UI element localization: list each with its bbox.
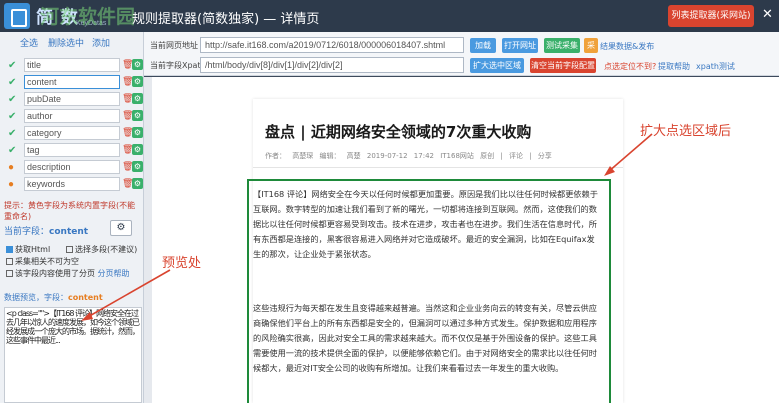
brand-name: 简 数	[36, 8, 79, 28]
field-row[interactable]: ✔ pubDate 🗑 ⚙	[8, 92, 143, 107]
results-publish-link[interactable]: 结果数据&发布	[600, 41, 654, 52]
brand-subtitle: KeyDatas	[76, 20, 107, 27]
delete-icon[interactable]: 🗑	[122, 110, 133, 121]
gear-icon[interactable]: ⚙	[132, 161, 143, 172]
app-window: 简 数 KeyDatas 河东软件园 规则提取器(简数独家) — 详情页 列表提…	[0, 0, 779, 403]
delete-icon[interactable]: 🗑	[122, 76, 133, 87]
field-row[interactable]: ✔ category 🗑 ⚙	[8, 126, 143, 141]
field-name[interactable]: author	[24, 109, 120, 123]
list-extractor-button[interactable]: 列表提取器(采网站)	[668, 5, 754, 27]
option-label: 获取Html	[15, 245, 51, 254]
window-title: 规则提取器(简数独家) — 详情页	[132, 12, 320, 27]
article-meta: 作者： 高楚琛 编辑： 高楚 2019-07-12 17:42 IT168网站 …	[265, 152, 552, 160]
preview-label-text: 数据预览，字段：	[4, 293, 68, 302]
checkbox-icon[interactable]	[6, 246, 13, 253]
field-row[interactable]: ✔ author 🗑 ⚙	[8, 109, 143, 124]
url-input[interactable]: http://safe.it168.com/a2019/0712/6018/00…	[200, 37, 464, 53]
option-label: 采集相关不可为空	[15, 257, 79, 266]
checkbox-icon[interactable]	[66, 246, 73, 253]
delete-icon[interactable]: 🗑	[122, 127, 133, 138]
load-button[interactable]: 加载	[470, 38, 496, 53]
cannot-locate-link[interactable]: 点选定位不到?	[604, 61, 656, 72]
check-icon: ✔	[8, 128, 17, 139]
current-field-value: content	[49, 227, 89, 237]
check-icon: ✔	[8, 111, 17, 122]
field-row[interactable]: ✔ tag 🗑 ⚙	[8, 143, 143, 158]
close-icon[interactable]: ✕	[762, 6, 773, 22]
delete-icon[interactable]: 🗑	[122, 161, 133, 172]
gear-icon[interactable]: ⚙	[132, 144, 143, 155]
expand-selection-button[interactable]: 扩大选中区域	[470, 58, 524, 73]
delete-icon[interactable]: 🗑	[122, 93, 133, 104]
field-name[interactable]: content	[24, 75, 120, 89]
xpath-label: 当前字段Xpath	[150, 61, 206, 70]
delete-icon[interactable]: 🗑	[122, 144, 133, 155]
check-icon: ✔	[8, 145, 17, 156]
option-label: 选择多段(不建议)	[75, 245, 138, 254]
check-icon: ✔	[8, 94, 17, 105]
checkbox-icon[interactable]	[6, 258, 13, 265]
open-url-button[interactable]: 打开网址	[502, 38, 538, 53]
add-field-link[interactable]: 添加	[92, 36, 110, 49]
field-name[interactable]: description	[24, 160, 120, 174]
delete-icon[interactable]: 🗑	[122, 178, 133, 189]
clear-field-button[interactable]: 清空当前字段配置	[530, 58, 596, 73]
annotation-arrow-preview	[81, 269, 171, 321]
article-paragraph: 这些违规行为每天都在发生且变得越来越普遍。当然这和企业业务向云的转变有关，尽管云…	[253, 303, 597, 373]
xpath-test-link[interactable]: xpath测试	[696, 61, 735, 72]
gear-icon[interactable]: ⚙	[132, 127, 143, 138]
select-all-link[interactable]: 全选	[20, 36, 38, 49]
warning-icon: ●	[8, 162, 15, 173]
gear-icon[interactable]: ⚙	[132, 178, 143, 189]
gear-icon[interactable]: ⚙	[132, 93, 143, 104]
current-field-label: 当前字段：	[4, 227, 50, 237]
field-name[interactable]: keywords	[24, 177, 120, 191]
field-panel: 全选 删除选中 添加 ✔ title 🗑 ⚙ ✔ content 🗑 ⚙ ✔ pubDate 🗑 ⚙ ✔…	[0, 32, 144, 403]
article-title[interactable]: 盘点 | 近期网络安全领域的7次重大收购	[265, 121, 531, 142]
gear-icon[interactable]: ⚙	[132, 76, 143, 87]
meta-divider	[253, 167, 623, 168]
warning-icon: ●	[8, 179, 15, 190]
option-get-html[interactable]: 获取Html	[6, 244, 50, 255]
field-row[interactable]: ● keywords 🗑 ⚙	[8, 177, 143, 192]
field-name[interactable]: category	[24, 126, 120, 140]
field-toolbar: 全选 删除选中 添加	[0, 34, 144, 50]
field-name[interactable]: pubDate	[24, 92, 120, 106]
delete-selected-link[interactable]: 删除选中	[48, 36, 84, 49]
option-not-empty[interactable]: 采集相关不可为空	[6, 256, 79, 267]
gear-icon[interactable]: ⚙	[132, 110, 143, 121]
url-label: 当前网页地址	[150, 41, 198, 50]
field-name[interactable]: title	[24, 58, 120, 72]
field-settings-button[interactable]: ⚙	[110, 220, 132, 236]
article-paragraph: 【IT168 评论】网络安全在今天以任何时候都更加重要。原因是我们比以往任何时候…	[253, 189, 598, 259]
field-row[interactable]: ✔ title 🗑 ⚙	[8, 58, 143, 73]
delete-icon[interactable]: 🗑	[122, 59, 133, 70]
check-icon: ✔	[8, 77, 17, 88]
field-row[interactable]: ✔ content 🗑 ⚙	[8, 75, 143, 90]
test-collect-button[interactable]: 测试采集	[544, 38, 580, 53]
selected-region-highlight[interactable]: 【IT168 评论】网络安全在今天以任何时候都更加重要。原因是我们比以往任何时候…	[247, 179, 611, 403]
article-page: 盘点 | 近期网络安全领域的7次重大收购 作者： 高楚琛 编辑： 高楚 2019…	[247, 99, 623, 403]
app-logo-icon	[4, 3, 30, 29]
annotation-arrow-expand	[604, 133, 653, 176]
field-note: 提示：黄色字段为系统内置字段(不能重命名)	[4, 201, 136, 221]
checkbox-icon[interactable]	[6, 270, 13, 277]
app-header: 简 数 KeyDatas 河东软件园 规则提取器(简数独家) — 详情页 列表提…	[0, 0, 779, 32]
gear-icon[interactable]: ⚙	[132, 59, 143, 70]
browser-margin	[144, 77, 152, 403]
url-toolbar: 当前网页地址 http://safe.it168.com/a2019/0712/…	[144, 32, 779, 76]
check-icon: ✔	[8, 60, 17, 71]
field-row[interactable]: ● description 🗑 ⚙	[8, 160, 143, 175]
xpath-input[interactable]: /html/body/div[8]/div[1]/div[2]/div[2]	[200, 57, 464, 73]
collect-button[interactable]: 采集	[584, 38, 598, 65]
current-field: 当前字段：content	[4, 224, 88, 237]
field-name[interactable]: tag	[24, 143, 120, 157]
extract-help-link[interactable]: 提取帮助	[658, 61, 690, 72]
option-multi-select[interactable]: 选择多段(不建议)	[66, 244, 137, 255]
